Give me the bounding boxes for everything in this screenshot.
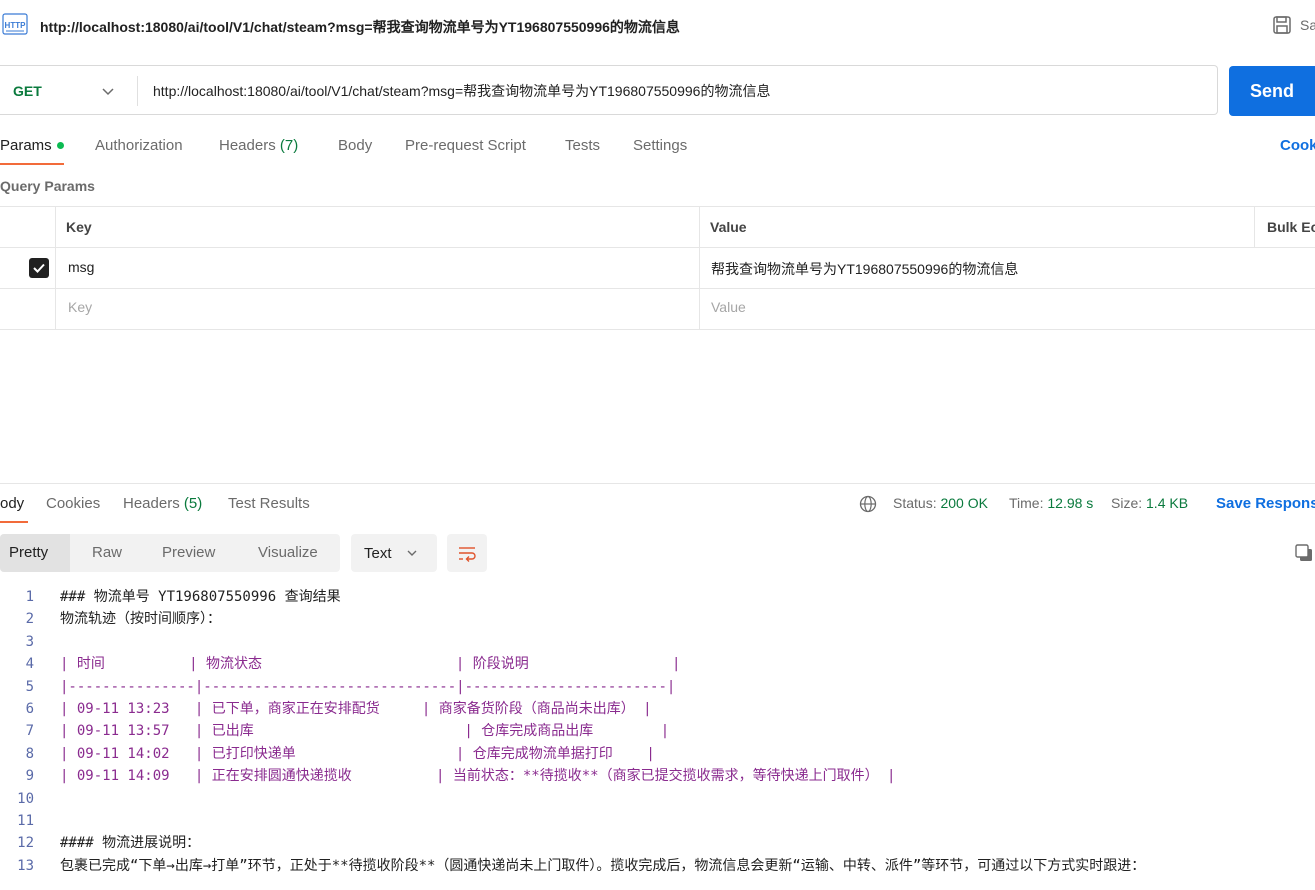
chevron-down-icon[interactable] [101, 84, 115, 101]
line-number: 3 [25, 634, 34, 650]
code-line: | 09-11 14:09 | 正在安排圆通快递揽收 | 当前状态：**待揽收*… [60, 768, 896, 784]
globe-icon[interactable] [859, 495, 877, 516]
line-number: 8 [25, 746, 34, 762]
param-enabled-checkbox[interactable] [29, 258, 49, 278]
active-tab-indicator [0, 163, 64, 165]
code-line: | 09-11 14:02 | 已打印快递单 | 仓库完成物流单据打印 | [60, 746, 655, 762]
active-tab-indicator [0, 521, 28, 523]
column-header-value: Value [710, 219, 747, 235]
table-border [0, 288, 1315, 289]
line-number: 1 [25, 589, 34, 605]
code-line: 包裹已完成“下单→出库→打单”环节，正处于**待揽收阶段**（圆通快递尚未上门取… [60, 858, 1146, 874]
bulk-edit-button[interactable]: Bulk Ec [1267, 219, 1315, 235]
tab-response-headers-count: (5) [183, 495, 203, 512]
line-number: 7 [25, 723, 34, 739]
tab-params[interactable]: Params [0, 137, 52, 154]
status-label: Status: [893, 495, 937, 511]
response-size: Size: 1.4 KB [1111, 495, 1188, 511]
format-select[interactable]: Text [351, 534, 437, 572]
new-param-key-input[interactable]: Key [68, 299, 92, 315]
save-icon [1273, 16, 1291, 34]
copy-icon[interactable] [1294, 543, 1314, 566]
tab-test-results[interactable]: Test Results [228, 495, 310, 512]
tab-authorization[interactable]: Authorization [95, 137, 183, 154]
response-divider [0, 483, 1315, 484]
code-line: ### 物流单号 YT196807550996 查询结果 [60, 589, 341, 605]
line-number: 2 [25, 611, 34, 627]
method-select[interactable]: GET [13, 83, 42, 99]
tab-response-headers-label: Headers [123, 495, 180, 512]
chevron-down-icon [407, 550, 417, 556]
params-indicator-dot [57, 142, 64, 149]
tab-headers-count: (7) [279, 137, 299, 154]
param-key-cell[interactable]: msg [68, 259, 94, 275]
query-params-heading: Query Params [0, 178, 95, 194]
code-line: 物流轨迹（按时间顺序）： [60, 611, 221, 627]
check-icon [33, 263, 45, 273]
tab-headers-label: Headers [219, 137, 276, 154]
save-label: Sa [1300, 17, 1315, 33]
line-number: 6 [25, 701, 34, 717]
view-preview-button[interactable]: Preview [162, 534, 215, 572]
size-value: 1.4 KB [1146, 495, 1189, 511]
response-status: Status: 200 OK [893, 495, 988, 511]
new-param-value-input[interactable]: Value [711, 299, 746, 315]
line-number: 11 [17, 813, 34, 829]
time-value: 12.98 s [1047, 495, 1094, 511]
table-column-divider [1254, 206, 1255, 247]
line-number: 13 [17, 858, 34, 874]
code-line: | 时间 | 物流状态 | 阶段说明 | [60, 656, 681, 672]
cookies-link[interactable]: Cook [1280, 137, 1315, 154]
code-line: | 09-11 13:57 | 已出库 | 仓库完成商品出库 | [60, 723, 670, 739]
tab-body[interactable]: Body [338, 137, 372, 154]
status-value: 200 OK [940, 495, 988, 511]
column-header-key: Key [66, 219, 92, 235]
table-column-divider [699, 206, 700, 329]
url-input[interactable]: http://localhost:18080/ai/tool/V1/chat/s… [153, 81, 770, 101]
time-label: Time: [1009, 495, 1044, 511]
size-label: Size: [1111, 495, 1143, 511]
table-border [0, 329, 1315, 330]
url-divider [137, 76, 138, 106]
code-line: #### 物流进展说明： [60, 835, 201, 851]
param-value-cell[interactable]: 帮我查询物流单号为YT196807550996的物流信息 [711, 259, 1018, 279]
view-raw-button[interactable]: Raw [92, 534, 122, 572]
tab-response-headers[interactable]: Headers (5) [123, 495, 202, 512]
wrap-lines-button[interactable] [447, 534, 487, 572]
tab-pre-request-script[interactable]: Pre-request Script [405, 137, 526, 154]
http-file-icon: HTTP [2, 11, 30, 39]
view-pretty-button[interactable]: Pretty [0, 534, 70, 572]
code-line: | 09-11 13:23 | 已下单，商家正在安排配货 | 商家备货阶段（商品… [60, 701, 652, 717]
tab-headers[interactable]: Headers (7) [219, 137, 298, 154]
line-number: 12 [17, 835, 34, 851]
response-time: Time: 12.98 s [1009, 495, 1093, 511]
view-visualize-button[interactable]: Visualize [258, 534, 318, 572]
tab-tests[interactable]: Tests [565, 137, 600, 154]
line-number: 10 [17, 791, 34, 807]
tab-settings[interactable]: Settings [633, 137, 687, 154]
line-number: 9 [25, 768, 34, 784]
request-title: http://localhost:18080/ai/tool/V1/chat/s… [40, 19, 680, 35]
table-border [0, 247, 1315, 248]
save-button[interactable]: Sa [1272, 15, 1315, 35]
tab-response-body[interactable]: ody [0, 495, 24, 512]
code-line: |---------------|-----------------------… [60, 679, 676, 695]
table-column-divider [55, 206, 56, 329]
send-button[interactable]: Send [1229, 66, 1315, 116]
table-border [0, 206, 1315, 207]
wrap-lines-icon [459, 547, 476, 562]
svg-text:HTTP: HTTP [5, 21, 27, 30]
line-number: 5 [25, 679, 34, 695]
save-response-button[interactable]: Save Respons [1216, 495, 1315, 512]
tab-response-cookies[interactable]: Cookies [46, 495, 100, 512]
format-select-value: Text [364, 544, 392, 562]
line-number: 4 [25, 656, 34, 672]
